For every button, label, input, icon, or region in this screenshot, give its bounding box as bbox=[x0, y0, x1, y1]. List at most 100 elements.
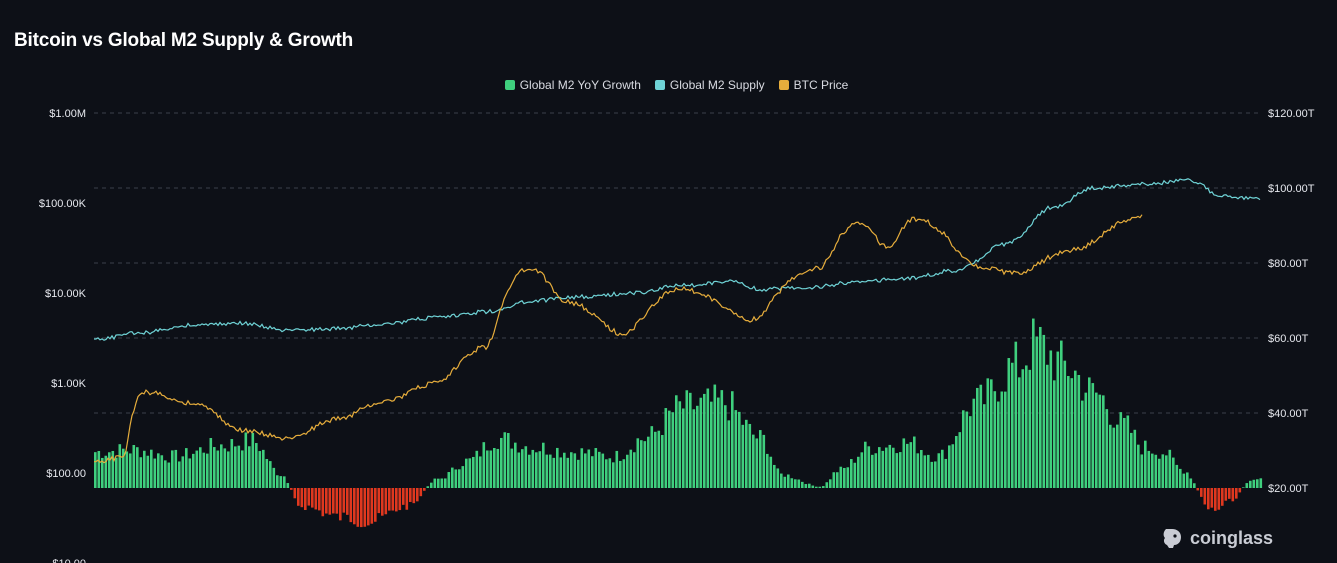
m2-growth-bar bbox=[531, 449, 535, 488]
m2-growth-bar bbox=[983, 404, 986, 488]
m2-growth-bar bbox=[860, 452, 864, 488]
left-tick-label: $1.00K bbox=[51, 378, 87, 390]
m2-growth-bar bbox=[909, 442, 913, 488]
m2-growth-bar bbox=[339, 488, 342, 521]
m2-growth-bar bbox=[605, 459, 608, 488]
m2-growth-bar bbox=[794, 479, 797, 488]
m2-growth-bar bbox=[965, 411, 969, 488]
m2-growth-bar bbox=[262, 449, 265, 488]
m2-growth-bar bbox=[1081, 400, 1084, 488]
m2-growth-bar bbox=[426, 486, 430, 488]
m2-growth-bar bbox=[1242, 487, 1245, 488]
m2-growth-bar bbox=[1018, 377, 1021, 488]
m2-growth-bar bbox=[1007, 358, 1011, 488]
m2-growth-bar bbox=[1252, 479, 1256, 488]
left-tick-label: $1.00M bbox=[49, 108, 86, 120]
m2-growth-bar bbox=[990, 379, 993, 488]
m2-growth-bar bbox=[482, 442, 486, 488]
m2-growth-bar bbox=[885, 447, 888, 488]
m2-growth-bar bbox=[1165, 455, 1168, 488]
m2-growth-bar bbox=[419, 488, 423, 497]
m2-growth-bar bbox=[836, 472, 839, 488]
m2-growth-bar bbox=[538, 451, 542, 488]
m2-growth-bar bbox=[976, 387, 979, 488]
m2-growth-bar bbox=[108, 452, 111, 488]
m2-growth-bar bbox=[783, 476, 787, 488]
m2-growth-bar bbox=[1210, 488, 1214, 508]
m2-growth-bar bbox=[724, 405, 727, 488]
m2-growth-bar bbox=[902, 438, 906, 488]
m2-growth-bar bbox=[279, 476, 283, 488]
m2-growth-bars bbox=[94, 318, 1263, 528]
m2-growth-bar bbox=[1172, 457, 1175, 488]
m2-growth-bar bbox=[640, 440, 643, 488]
m2-growth-bar bbox=[920, 450, 923, 488]
m2-growth-bar bbox=[580, 448, 584, 488]
m2-growth-bar bbox=[776, 468, 780, 488]
m2-growth-bar bbox=[594, 448, 598, 488]
m2-growth-bar bbox=[360, 488, 363, 528]
m2-growth-bar bbox=[1238, 488, 1242, 493]
m2-growth-bar bbox=[934, 461, 937, 488]
m2-growth-bar bbox=[367, 488, 370, 526]
m2-growth-bar bbox=[342, 488, 346, 513]
m2-growth-bar bbox=[622, 459, 626, 488]
m2-growth-bar bbox=[146, 455, 150, 488]
m2-growth-bar bbox=[377, 488, 381, 514]
m2-growth-bar bbox=[867, 446, 871, 488]
m2-growth-bar bbox=[993, 391, 997, 488]
m2-growth-bar bbox=[762, 434, 766, 488]
m2-growth-bar bbox=[489, 450, 493, 488]
m2-growth-bar bbox=[115, 457, 118, 488]
m2-growth-bar bbox=[727, 420, 731, 488]
m2-growth-bar bbox=[1207, 488, 1210, 510]
m2-supply-line bbox=[94, 178, 1261, 341]
m2-growth-bar bbox=[181, 456, 185, 488]
m2-growth-bar bbox=[412, 488, 416, 504]
m2-growth-bar bbox=[818, 486, 822, 488]
m2-growth-bar bbox=[244, 432, 248, 488]
m2-growth-bar bbox=[930, 461, 934, 488]
m2-growth-bar bbox=[874, 453, 878, 488]
m2-growth-bar bbox=[293, 488, 297, 499]
m2-growth-bar bbox=[1189, 478, 1193, 488]
m2-growth-bar bbox=[699, 397, 703, 488]
m2-growth-bar bbox=[227, 451, 230, 488]
m2-growth-bar bbox=[433, 478, 437, 488]
m2-growth-bar bbox=[535, 452, 538, 488]
m2-growth-bar bbox=[675, 395, 678, 488]
m2-growth-bar bbox=[584, 453, 587, 488]
m2-growth-bar bbox=[444, 478, 447, 488]
m2-growth-bar bbox=[1084, 392, 1088, 488]
m2-growth-bar bbox=[843, 467, 846, 488]
m2-growth-bar bbox=[153, 458, 157, 488]
m2-growth-bar bbox=[573, 453, 577, 488]
m2-growth-bar bbox=[1158, 458, 1161, 488]
m2-growth-bar bbox=[734, 410, 738, 488]
m2-growth-bar bbox=[717, 397, 720, 488]
m2-growth-bar bbox=[601, 453, 605, 488]
m2-growth-bar bbox=[1035, 336, 1039, 488]
m2-growth-bar bbox=[689, 392, 692, 488]
m2-growth-bar bbox=[258, 451, 262, 488]
m2-growth-bar bbox=[706, 388, 710, 488]
m2-growth-bar bbox=[979, 384, 983, 488]
m2-growth-bar bbox=[363, 488, 367, 527]
m2-growth-bar bbox=[619, 460, 622, 488]
m2-growth-bar bbox=[384, 488, 388, 515]
m2-growth-bar bbox=[174, 449, 178, 488]
m2-growth-bar bbox=[822, 486, 825, 488]
m2-growth-bar bbox=[1109, 424, 1112, 488]
m2-growth-bar bbox=[1231, 488, 1235, 502]
m2-growth-bar bbox=[948, 445, 951, 488]
m2-growth-bar bbox=[661, 435, 664, 488]
m2-growth-bar bbox=[1147, 450, 1151, 488]
m2-growth-bar bbox=[447, 472, 451, 488]
m2-growth-bar bbox=[1133, 429, 1137, 488]
m2-growth-bar bbox=[944, 458, 948, 488]
m2-growth-bar bbox=[598, 451, 601, 488]
m2-growth-bar bbox=[1144, 440, 1147, 488]
m2-growth-bar bbox=[356, 488, 360, 527]
m2-growth-bar bbox=[255, 443, 258, 488]
m2-growth-bar bbox=[1140, 454, 1144, 488]
